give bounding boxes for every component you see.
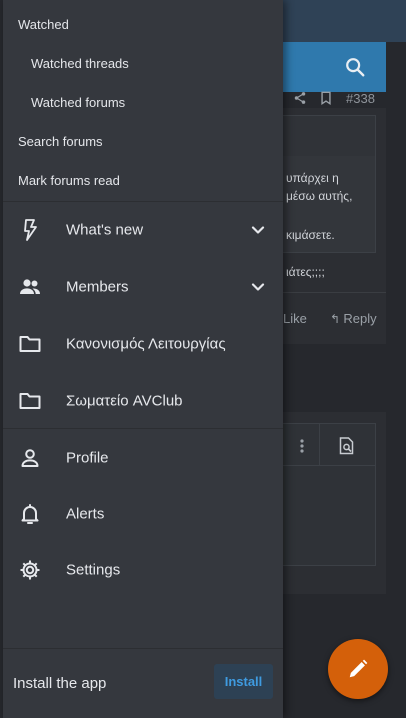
- editor-toolbar: [283, 424, 375, 466]
- bell-icon: [21, 503, 39, 524]
- gear-icon: [20, 560, 40, 579]
- post-text-line: μέσω αυτής,: [286, 189, 353, 203]
- bolt-icon: [24, 218, 37, 241]
- nav-item-label: Σωματείο AVClub: [66, 392, 183, 409]
- post-divider: [283, 292, 386, 293]
- menu-item-search-forums[interactable]: Search forums: [3, 122, 283, 161]
- install-app-banner: Install the app Install: [3, 648, 283, 718]
- nav-item-members[interactable]: Members: [3, 258, 283, 315]
- nav-item-whats-new[interactable]: What's new: [3, 201, 283, 258]
- post-number-link[interactable]: #338: [346, 91, 375, 106]
- nav-item-label: Alerts: [66, 505, 105, 522]
- install-button[interactable]: Install: [214, 664, 273, 699]
- menu-item-label: Watched: [18, 17, 69, 32]
- reply-button[interactable]: ↰ Reply: [330, 311, 377, 326]
- quote-header: [283, 116, 375, 156]
- preview-search-icon[interactable]: [339, 437, 355, 455]
- bookmark-icon[interactable]: [320, 91, 332, 105]
- forum-header-bar: [283, 42, 386, 92]
- nav-item-rules[interactable]: Κανονισμός Λειτουργίας: [3, 315, 283, 372]
- navigation-drawer: Watched Watched threads Watched forums S…: [3, 0, 283, 718]
- install-app-text: Install the app: [13, 675, 107, 692]
- post-text-line: κιμάσετε.: [286, 228, 335, 242]
- toolbar-divider: [319, 424, 320, 466]
- menu-item-mark-forums-read[interactable]: Mark forums read: [3, 161, 283, 200]
- reply-label: Reply: [343, 311, 377, 326]
- like-button[interactable]: Like: [283, 311, 307, 326]
- folder-icon: [19, 392, 41, 409]
- nav-item-label: Members: [66, 278, 129, 295]
- reply-icon: ↰: [330, 312, 344, 326]
- members-icon: [20, 278, 40, 294]
- search-icon[interactable]: [344, 56, 366, 78]
- menu-item-label: Watched threads: [31, 56, 129, 71]
- post-text-line: ιάτες;;;;: [286, 265, 325, 279]
- menu-item-watched[interactable]: Watched: [3, 5, 283, 44]
- menu-item-watched-threads[interactable]: Watched threads: [3, 44, 283, 83]
- nav-item-label: Settings: [66, 561, 121, 578]
- user-icon: [21, 448, 39, 467]
- nav-item-profile[interactable]: Profile: [3, 429, 283, 486]
- chevron-down-icon[interactable]: [249, 278, 267, 296]
- nav-item-avclub-association[interactable]: Σωματείο AVClub: [3, 372, 283, 429]
- nav-item-label: Profile: [66, 449, 109, 466]
- top-app-bar: [283, 0, 406, 42]
- more-options-icon[interactable]: [300, 439, 304, 453]
- post-text-line: υπάρχει η: [286, 171, 339, 185]
- menu-item-label: Watched forums: [31, 95, 126, 110]
- nav-item-label: Κανονισμός Λειτουργίας: [66, 335, 226, 352]
- folder-icon: [19, 335, 41, 352]
- chevron-down-icon[interactable]: [249, 221, 267, 239]
- pencil-icon: [349, 659, 368, 678]
- menu-item-label: Mark forums read: [18, 173, 120, 188]
- compose-fab-button[interactable]: [328, 639, 388, 699]
- nav-item-settings[interactable]: Settings: [3, 541, 283, 598]
- share-icon[interactable]: [293, 91, 307, 105]
- nav-item-label: What's new: [66, 221, 144, 238]
- menu-item-label: Search forums: [18, 134, 103, 149]
- reply-editor-box: [283, 423, 376, 566]
- nav-item-alerts[interactable]: Alerts: [3, 485, 283, 542]
- menu-item-watched-forums[interactable]: Watched forums: [3, 83, 283, 122]
